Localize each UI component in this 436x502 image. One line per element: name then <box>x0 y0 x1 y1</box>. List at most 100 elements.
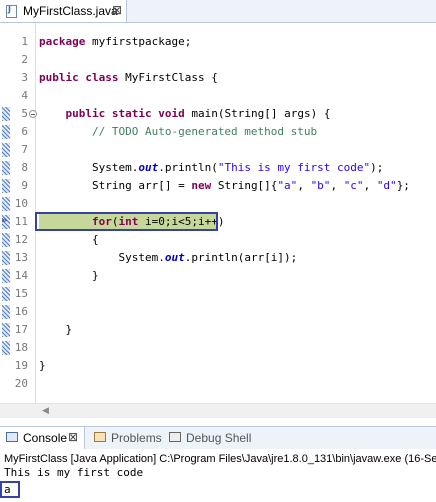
code-line[interactable]: public class MyFirstClass { <box>39 69 218 87</box>
breakpoint-range-marker[interactable] <box>2 323 10 337</box>
code-line[interactable]: } <box>39 357 46 375</box>
line-number: 18 <box>14 341 28 354</box>
line-number: 10 <box>14 197 28 210</box>
breakpoint-range-marker[interactable] <box>2 269 10 283</box>
console-icon <box>6 432 18 442</box>
code-token: "c" <box>343 179 364 192</box>
code-token: String[]{ <box>211 179 278 192</box>
breakpoint-range-marker[interactable] <box>2 305 10 319</box>
breakpoint-range-marker[interactable] <box>2 161 10 175</box>
breakpoint-range-marker[interactable] <box>2 125 10 139</box>
debug-current-line-icon[interactable]: » <box>1 215 7 226</box>
code-token: out <box>138 161 159 174</box>
breakpoint-range-marker[interactable] <box>2 143 10 157</box>
line-number: 6 <box>21 125 28 138</box>
editor-tab-label: MyFirstClass.java <box>23 4 118 18</box>
line-number: 17 <box>14 323 28 336</box>
close-icon[interactable]: ⊠ <box>68 430 78 444</box>
code-token: .println(arr[i]); <box>184 251 298 264</box>
code-token: main(String[] args) { <box>184 107 331 120</box>
console-output-line: This is my first code <box>4 466 144 479</box>
code-token: static <box>111 107 152 120</box>
line-number: 14 <box>14 269 28 282</box>
code-token: class <box>85 71 119 84</box>
code-token: out <box>164 251 185 264</box>
tab-console-label: Console <box>23 431 68 445</box>
code-token: void <box>158 107 185 120</box>
view-tab-bar: Console ⊠ Problems Debug Shell <box>0 426 436 450</box>
breakpoint-range-marker[interactable] <box>2 197 10 211</box>
fold-collapse-icon[interactable] <box>29 110 37 118</box>
code-line[interactable]: System.out.println("This is my first cod… <box>39 159 383 177</box>
debug-shell-icon <box>169 432 181 442</box>
problems-icon <box>94 432 106 442</box>
tab-debug-shell[interactable]: Debug Shell <box>163 427 253 449</box>
code-token: new <box>191 179 212 192</box>
breakpoint-range-marker[interactable] <box>2 251 10 265</box>
line-number: 1 <box>21 35 28 48</box>
line-number: 5 <box>21 107 28 120</box>
line-number: 2 <box>21 53 28 66</box>
close-icon[interactable]: ⊠ <box>112 3 122 17</box>
line-number: 16 <box>14 305 28 318</box>
code-line[interactable]: public static void main(String[] args) { <box>39 105 331 123</box>
java-file-icon <box>6 5 17 18</box>
code-token: "This is my first code" <box>217 161 371 174</box>
line-number: 9 <box>21 179 28 192</box>
line-number: 7 <box>21 143 28 156</box>
code-token: System. <box>39 161 139 174</box>
tab-console[interactable]: Console ⊠ <box>0 427 85 449</box>
code-token: , <box>363 179 377 192</box>
code-token: ); <box>370 161 384 174</box>
line-number: 12 <box>14 233 28 246</box>
code-line[interactable]: // TODO Auto-generated method stub <box>39 123 317 141</box>
breakpoint-range-marker[interactable] <box>2 107 10 121</box>
horizontal-scrollbar[interactable]: ◀ <box>0 403 436 418</box>
code-line[interactable]: System.out.println(arr[i]); <box>39 249 297 267</box>
console-highlight-box <box>0 481 20 498</box>
code-token: MyFirstClass { <box>118 71 218 84</box>
editor-tab-bar: MyFirstClass.java ⊠ <box>0 0 436 23</box>
code-token: } <box>39 269 99 282</box>
console-panel[interactable]: MyFirstClass [Java Application] C:\Progr… <box>0 449 436 502</box>
code-token: myfirstpackage; <box>85 35 192 48</box>
code-line[interactable]: { <box>39 231 99 249</box>
code-token: } <box>39 359 46 372</box>
breakpoint-range-marker[interactable] <box>2 179 10 193</box>
editor-tab-myfirstclass[interactable]: MyFirstClass.java ⊠ <box>0 0 127 22</box>
code-line[interactable]: } <box>39 267 99 285</box>
code-line[interactable]: package myfirstpackage; <box>39 33 191 51</box>
code-line[interactable]: String arr[] = new String[]{"a", "b", "c… <box>39 177 410 195</box>
line-number: 15 <box>14 287 28 300</box>
code-token: "a" <box>277 179 298 192</box>
line-number: 8 <box>21 161 28 174</box>
breakpoint-range-marker[interactable] <box>2 287 10 301</box>
code-token: } <box>39 323 73 336</box>
code-token: String arr[] = <box>39 179 192 192</box>
line-number: 11 <box>14 215 28 228</box>
tab-debug-shell-label: Debug Shell <box>186 431 252 445</box>
selection-highlight-box <box>35 212 218 231</box>
code-editor[interactable]: » 1 2 3 4 5 6 7 8 9 10 11 12 13 14 15 16 17 18 19 20 packag… <box>0 23 436 418</box>
code-token: package <box>39 35 86 48</box>
code-token: System. <box>39 251 165 264</box>
breakpoint-range-marker[interactable] <box>2 233 10 247</box>
tab-problems[interactable]: Problems <box>88 427 162 449</box>
scroll-left-icon[interactable]: ◀ <box>42 406 49 416</box>
code-line[interactable]: } <box>39 321 72 339</box>
line-number: 20 <box>14 377 28 390</box>
code-token: public <box>65 107 106 120</box>
code-token: { <box>39 233 99 246</box>
annotation-ruler[interactable]: » <box>0 23 11 403</box>
code-token: public <box>39 71 79 84</box>
code-token: // TODO Auto-generated method stub <box>91 125 318 138</box>
line-number: 13 <box>14 251 28 264</box>
code-token: "b" <box>310 179 331 192</box>
line-number-gutter: 1 2 3 4 5 6 7 8 9 10 11 12 13 14 15 16 17 18 19 20 <box>11 23 36 403</box>
tab-problems-label: Problems <box>111 431 162 445</box>
breakpoint-range-marker[interactable] <box>2 341 10 355</box>
code-token: , <box>330 179 344 192</box>
